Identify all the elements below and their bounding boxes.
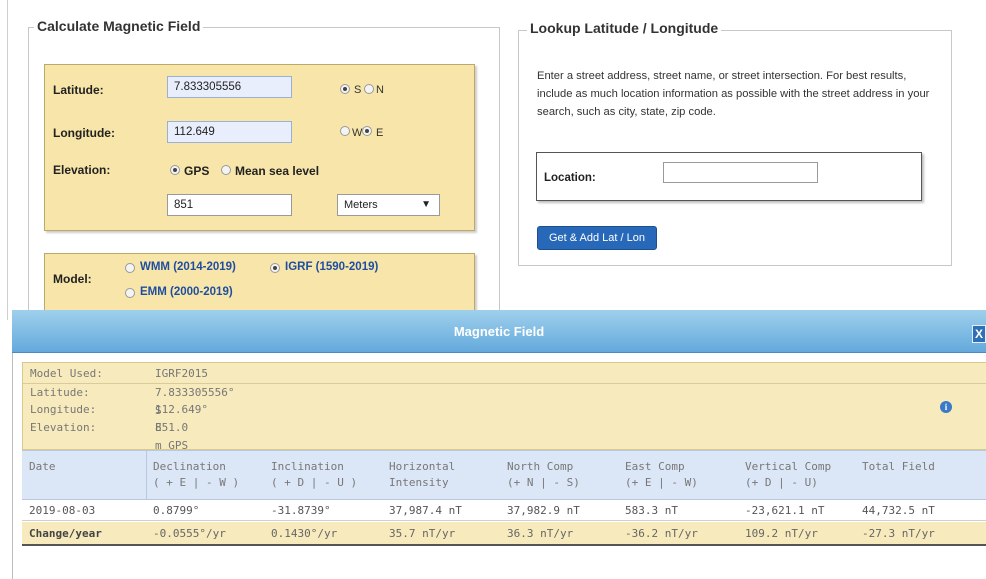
model-panel: [44, 253, 475, 311]
elev-gps-radio[interactable]: [170, 165, 180, 175]
lookup-description: Enter a street address, street name, or …: [537, 70, 930, 118]
cell-inclination: -31.8739°: [271, 504, 331, 517]
dialog-left-border: [12, 353, 13, 579]
header-declination: Declination( + E | - W ): [153, 460, 240, 489]
cell-total: 44,732.5 nT: [862, 504, 935, 517]
cell-change-label: Change/year: [29, 527, 102, 540]
cell-north: 37,982.9 nT: [507, 504, 580, 517]
magnetic-field-dialog: Magnetic Field X Model Used: IGRF2015 La…: [12, 310, 986, 579]
longitude-label: Longitude:: [53, 126, 115, 140]
lon-east-radio[interactable]: [362, 126, 372, 136]
header-north: North Comp (+ N | - S): [507, 460, 580, 489]
header-east: East Comp (+ E | - W): [625, 460, 698, 489]
cell-vertical: -23,621.1 nT: [745, 504, 825, 517]
dialog-title: Magnetic Field: [453, 324, 545, 339]
cell-declination: 0.8799°: [153, 504, 200, 517]
close-button[interactable]: X: [972, 325, 986, 343]
table-header: Date Declination( + E | - W ) Inclinatio…: [22, 450, 986, 500]
units-select[interactable]: Meters ▼: [337, 194, 440, 216]
cell-total-change: -27.3 nT/yr: [862, 527, 935, 540]
info-icon[interactable]: i: [940, 401, 952, 413]
table-row: 2019-08-03 0.8799° -31.8739° 37,987.4 nT…: [22, 501, 986, 521]
table-row-change: Change/year -0.0555°/yr 0.1430°/yr 35.7 …: [22, 522, 986, 546]
calculate-title: Calculate Magnetic Field: [34, 18, 204, 34]
cell-horizontal-change: 35.7 nT/yr: [389, 527, 456, 540]
latitude-input[interactable]: [167, 76, 292, 98]
lat-north-label: N: [376, 84, 384, 96]
lat-north-radio[interactable]: [364, 84, 374, 94]
page-left-border: [7, 0, 8, 320]
header-horizontal: Horizontal Intensity: [389, 460, 456, 489]
elevation-input[interactable]: [167, 194, 292, 216]
cell-date: 2019-08-03: [29, 504, 96, 517]
elev-gps-label: GPS: [184, 164, 210, 178]
units-value: Meters: [344, 199, 378, 211]
cell-inclination-change: 0.1430°/yr: [271, 527, 338, 540]
info-value: IGRF2015: [155, 367, 208, 380]
model-emm-radio[interactable]: [125, 288, 135, 298]
lat-south-radio[interactable]: [340, 84, 350, 94]
latitude-label: Latitude:: [53, 83, 104, 97]
dropdown-arrow-icon: ▼: [421, 199, 431, 210]
cell-vertical-change: 109.2 nT/yr: [745, 527, 818, 540]
get-lat-lon-button[interactable]: Get & Add Lat / Lon: [537, 226, 657, 250]
cell-north-change: 36.3 nT/yr: [507, 527, 574, 540]
dialog-header: Magnetic Field: [12, 310, 986, 353]
header-date: Date: [29, 460, 56, 473]
lookup-title: Lookup Latitude / Longitude: [527, 20, 722, 36]
model-igrf-label: IGRF (1590-2019): [285, 261, 379, 273]
model-igrf-radio[interactable]: [270, 263, 280, 273]
header-inclination: Inclination( + D | - U ): [271, 460, 358, 489]
model-emm-label: EMM (2000-2019): [140, 286, 233, 298]
divider: [146, 451, 147, 500]
info-key: Elevation:: [30, 421, 97, 434]
lon-west-label: W: [352, 127, 363, 139]
model-wmm-radio[interactable]: [125, 263, 135, 273]
model-wmm-label: WMM (2014-2019): [140, 261, 236, 273]
elev-msl-radio[interactable]: [221, 165, 231, 175]
lat-south-label: S: [354, 84, 362, 96]
lon-west-radio[interactable]: [340, 126, 350, 136]
longitude-input[interactable]: [167, 121, 292, 143]
cell-east: 583.3 nT: [625, 504, 678, 517]
elev-msl-label: Mean sea level: [235, 164, 320, 178]
result-info: Model Used: IGRF2015 Latitude: 7.8333055…: [22, 362, 986, 452]
info-key: Longitude:: [30, 403, 97, 416]
elevation-label: Elevation:: [53, 163, 111, 177]
header-total: Total Field: [862, 460, 935, 473]
location-panel: Location:: [536, 152, 922, 201]
cell-horizontal: 37,987.4 nT: [389, 504, 462, 517]
header-vertical: Vertical Comp (+ D | - U): [745, 460, 832, 489]
info-key: Model Used:: [30, 367, 103, 380]
model-label: Model:: [53, 272, 92, 286]
info-key: Latitude:: [30, 386, 90, 399]
location-label: Location:: [544, 172, 596, 184]
location-input[interactable]: [663, 162, 818, 183]
lon-east-label: E: [376, 127, 384, 139]
cell-declination-change: -0.0555°/yr: [153, 527, 226, 540]
cell-east-change: -36.2 nT/yr: [625, 527, 698, 540]
